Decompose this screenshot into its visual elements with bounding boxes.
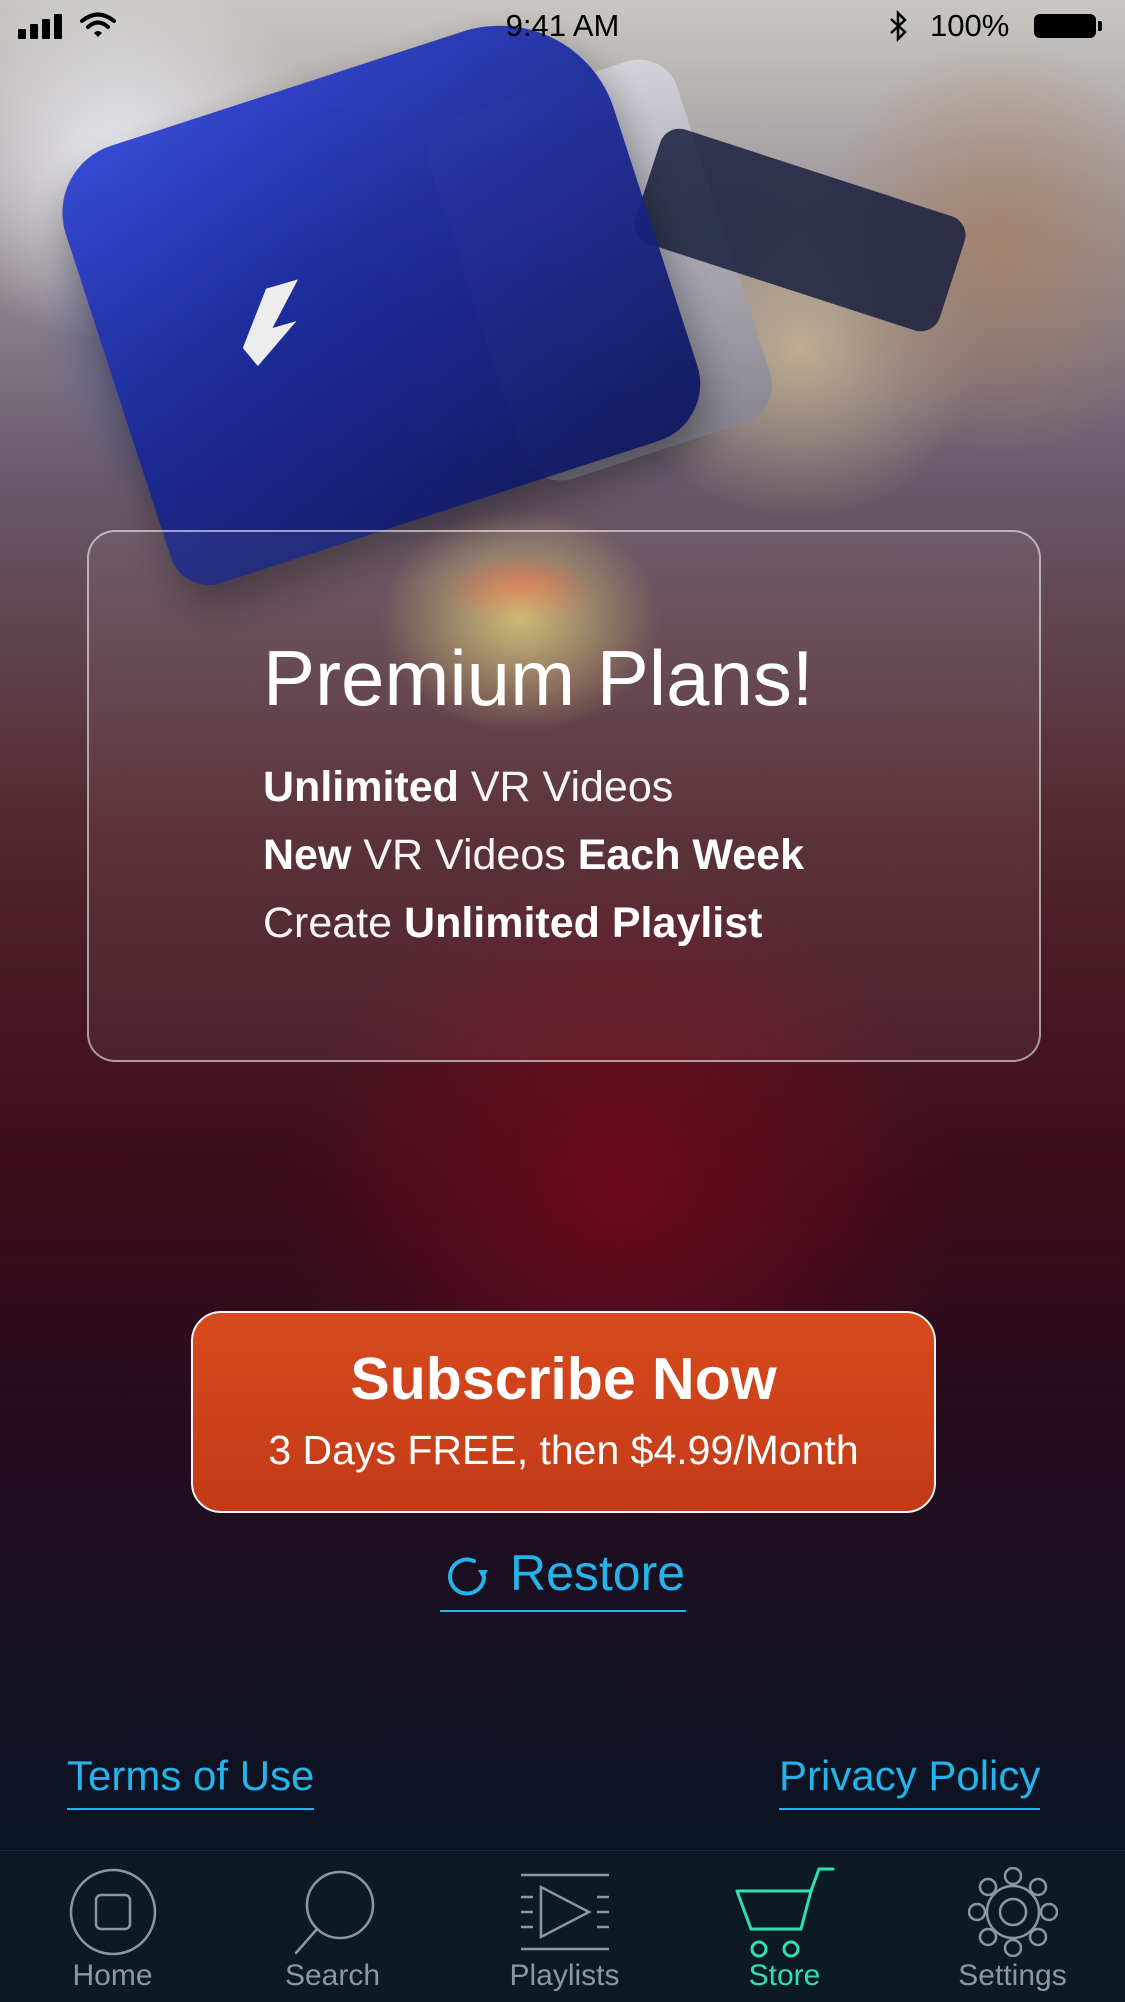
home-icon <box>69 1868 156 1956</box>
search-icon <box>294 1870 374 1955</box>
privacy-policy-link[interactable]: Privacy Policy <box>779 1752 1041 1810</box>
tab-bar: Home Search Playlists Store Settings <box>0 1850 1125 2002</box>
tab-label: Home <box>72 1959 153 1992</box>
tab-label: Playlists <box>509 1959 620 1992</box>
tab-label: Store <box>748 1959 821 1992</box>
tab-home[interactable]: Home <box>0 1851 225 2002</box>
playlists-icon <box>520 1873 609 1951</box>
terms-of-use-link[interactable]: Terms of Use <box>67 1752 315 1810</box>
feature-light: Create <box>263 899 405 947</box>
battery-icon <box>1034 14 1102 38</box>
feature-line-2: New VR Videos Each Week <box>263 831 804 880</box>
feature-line-1: Unlimited VR Videos <box>263 763 673 812</box>
panel-title: Premium Plans! <box>263 634 814 722</box>
cart-icon <box>735 1867 834 1958</box>
tab-search[interactable]: Search <box>220 1851 445 2002</box>
feature-bold: Each Week <box>577 831 804 879</box>
subscribe-price-label: 3 Days FREE, then $4.99/Month <box>268 1427 859 1473</box>
feature-bold: New <box>263 831 352 879</box>
battery-percent: 100% <box>930 8 1010 43</box>
restore-label: Restore <box>510 1545 686 1601</box>
tab-settings[interactable]: Settings <box>900 1851 1125 2002</box>
tab-playlists[interactable]: Playlists <box>452 1851 677 2002</box>
bluetooth-icon <box>890 10 907 42</box>
restore-button[interactable]: Restore <box>440 1540 686 1612</box>
tab-label: Settings <box>958 1959 1067 1992</box>
feature-light: VR Videos <box>458 763 674 811</box>
tab-store[interactable]: Store <box>672 1851 897 2002</box>
feature-bold: Unlimited <box>263 763 459 811</box>
refresh-icon <box>448 1557 488 1596</box>
subscribe-button[interactable]: Subscribe Now 3 Days FREE, then $4.99/Mo… <box>191 1311 936 1513</box>
tab-label: Search <box>284 1959 381 1992</box>
subscribe-label: Subscribe Now <box>350 1346 777 1412</box>
feature-line-3: Create Unlimited Playlist <box>263 899 762 948</box>
status-bar: 9:41 AM 100% <box>0 0 1125 52</box>
feature-light: VR Videos <box>351 831 578 879</box>
feature-bold: Unlimited Playlist <box>404 899 763 947</box>
gear-icon <box>967 1867 1058 1957</box>
